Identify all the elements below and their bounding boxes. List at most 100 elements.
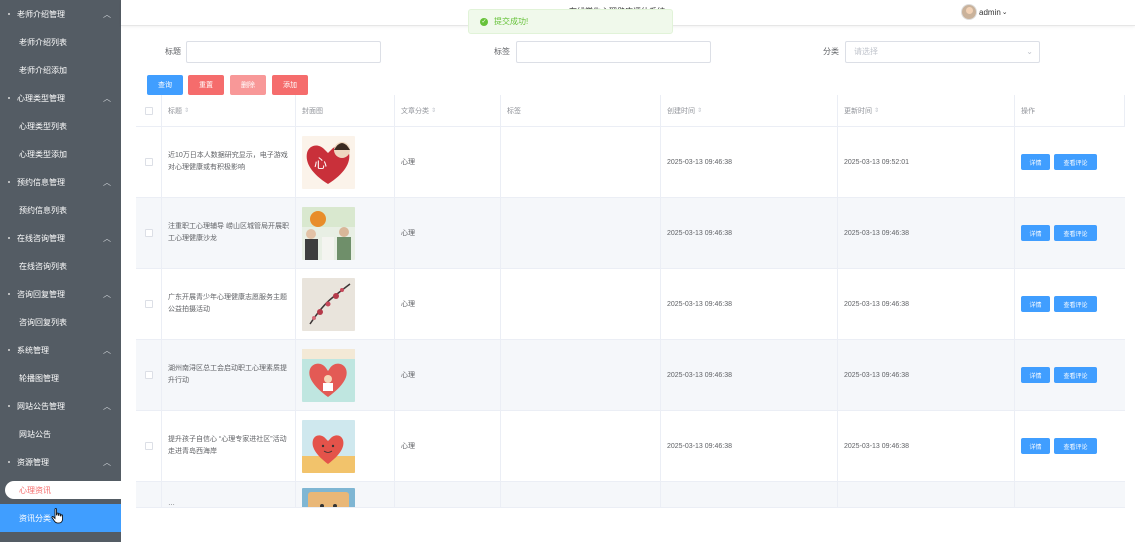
chevron-up-icon: ︿	[103, 234, 111, 243]
category-select[interactable]: 请选择 ⌄	[845, 41, 1040, 63]
row-category: 心理	[395, 198, 501, 268]
menu-group-label: 老师介绍管理	[17, 9, 65, 19]
view-comments-button[interactable]: 查看评论	[1054, 296, 1097, 312]
category-label: 分类	[823, 47, 839, 56]
menu-group-label: 资源管理	[17, 457, 49, 467]
menu-group-label: 网站公告管理	[17, 401, 65, 411]
header-category[interactable]: 文章分类 ⇕	[395, 95, 501, 126]
menu-item-psych-type-list[interactable]: 心理类型列表	[0, 112, 121, 140]
menu-group-label: 咨询回复管理	[17, 289, 65, 299]
sort-icon[interactable]: ⇕	[184, 107, 189, 114]
news-table: 标题 ⇕ 封面图 文章分类 ⇕ 标签 创建时间 ⇕ 更新时间 ⇕ 操作 近10万日本人数…	[136, 95, 1125, 508]
bullet-icon	[8, 293, 10, 295]
menu-group-resource[interactable]: 资源管理 ︿	[0, 448, 121, 476]
add-button[interactable]: 添加	[272, 75, 308, 95]
row-checkbox[interactable]	[144, 300, 153, 308]
row-category: 心理	[395, 340, 501, 410]
row-created: 2025-03-13 09:46:38	[661, 269, 838, 339]
cover-image[interactable]	[302, 206, 355, 260]
tag-label: 标签	[494, 47, 510, 56]
toast-message: 提交成功!	[494, 17, 529, 26]
hand-cursor-icon	[51, 508, 63, 524]
view-comments-button[interactable]: 查看评论	[1054, 154, 1097, 170]
row-title: 注重职工心理辅导 崂山区城管局开展职工心理健康沙龙	[168, 223, 289, 242]
view-comments-button[interactable]: 查看评论	[1054, 367, 1097, 383]
sort-icon[interactable]: ⇕	[431, 107, 436, 114]
row-tag	[501, 198, 661, 268]
check-circle-icon: ✓	[480, 17, 488, 26]
row-checkbox[interactable]	[144, 229, 153, 237]
row-checkbox[interactable]	[144, 442, 153, 450]
row-checkbox[interactable]	[144, 158, 153, 166]
menu-group-appointment[interactable]: 预约信息管理 ︿	[0, 168, 121, 196]
detail-button[interactable]: 详情	[1021, 225, 1050, 241]
chevron-up-icon: ︿	[103, 346, 111, 355]
menu-group-label: 在线咨询管理	[17, 233, 65, 243]
cover-image[interactable]	[302, 488, 355, 508]
cover-image[interactable]	[302, 348, 355, 402]
header-updated[interactable]: 更新时间 ⇕	[838, 95, 1015, 126]
sort-icon[interactable]: ⇕	[874, 107, 879, 114]
header-created[interactable]: 创建时间 ⇕	[661, 95, 838, 126]
bullet-icon	[8, 237, 10, 239]
header-updated-label: 更新时间	[844, 107, 872, 115]
menu-item-notice[interactable]: 网站公告	[0, 420, 121, 448]
svg-text:心: 心	[314, 157, 327, 172]
menu-group-label: 心理类型管理	[17, 93, 65, 103]
row-tag	[501, 127, 661, 197]
row-created: 2025-03-13 09:46:38	[661, 127, 838, 197]
menu-item-reply-list[interactable]: 咨询回复列表	[0, 308, 121, 336]
detail-button[interactable]: 详情	[1021, 438, 1050, 454]
header-category-label: 文章分类	[401, 107, 429, 115]
sort-icon[interactable]: ⇕	[697, 107, 702, 114]
tag-input[interactable]	[516, 41, 711, 63]
row-tag	[501, 340, 661, 410]
delete-button[interactable]: 删除	[230, 75, 266, 95]
select-all-checkbox[interactable]	[144, 106, 153, 115]
user-menu[interactable]: admin ⌄	[961, 4, 1008, 20]
row-checkbox[interactable]	[144, 371, 153, 379]
title-input[interactable]	[186, 41, 381, 63]
row-category: 心理	[395, 269, 501, 339]
detail-button[interactable]: 详情	[1021, 154, 1050, 170]
menu-group-psych-type[interactable]: 心理类型管理 ︿	[0, 84, 121, 112]
detail-button[interactable]: 详情	[1021, 367, 1050, 383]
menu-item-consult-list[interactable]: 在线咨询列表	[0, 252, 121, 280]
header-cover: 封面图	[296, 95, 395, 126]
menu-group-teacher[interactable]: 老师介绍管理 ︿	[0, 0, 121, 28]
menu-item-psych-type-add[interactable]: 心理类型添加	[0, 140, 121, 168]
detail-button[interactable]: 详情	[1021, 296, 1050, 312]
cover-image[interactable]: 心	[302, 135, 355, 189]
row-updated: 2025-03-13 09:52:01	[838, 127, 1015, 197]
title-label: 标题	[165, 47, 181, 56]
table-row: …	[136, 482, 1125, 508]
menu-group-system[interactable]: 系统管理 ︿	[0, 336, 121, 364]
query-button[interactable]: 查询	[147, 75, 183, 95]
menu-item-teacher-add[interactable]: 老师介绍添加	[0, 56, 121, 84]
header-title[interactable]: 标题 ⇕	[162, 95, 296, 126]
chevron-up-icon: ︿	[103, 10, 111, 19]
menu-item-appointment-list[interactable]: 预约信息列表	[0, 196, 121, 224]
row-title: 提升孩子自信心 “心理专家进社区”活动走进青岛西海岸	[168, 436, 287, 455]
table-row: 广东开展青少年心理健康志愿服务主题公益拍摄活动 心理 2025-03-13 09…	[136, 269, 1125, 340]
row-tag	[501, 411, 661, 481]
header-title-label: 标题	[168, 107, 182, 115]
menu-item-psych-news[interactable]: 心理资讯	[5, 481, 121, 499]
header-created-label: 创建时间	[667, 107, 695, 115]
chevron-up-icon: ︿	[103, 290, 111, 299]
menu-group-notice[interactable]: 网站公告管理 ︿	[0, 392, 121, 420]
reset-button[interactable]: 重置	[188, 75, 224, 95]
bullet-icon	[8, 13, 10, 15]
row-created: 2025-03-13 09:46:38	[661, 198, 838, 268]
menu-group-consult[interactable]: 在线咨询管理 ︿	[0, 224, 121, 252]
menu-item-teacher-list[interactable]: 老师介绍列表	[0, 28, 121, 56]
menu-item-carousel[interactable]: 轮播图管理	[0, 364, 121, 392]
view-comments-button[interactable]: 查看评论	[1054, 438, 1097, 454]
avatar	[961, 4, 977, 20]
header-checkbox-cell	[136, 95, 162, 126]
table-row: 湖州南浔区总工会启动职工心理素质提升行动 心理 2025-03-13 09:46…	[136, 340, 1125, 411]
cover-image[interactable]	[302, 277, 355, 331]
menu-group-reply[interactable]: 咨询回复管理 ︿	[0, 280, 121, 308]
cover-image[interactable]	[302, 419, 355, 473]
view-comments-button[interactable]: 查看评论	[1054, 225, 1097, 241]
